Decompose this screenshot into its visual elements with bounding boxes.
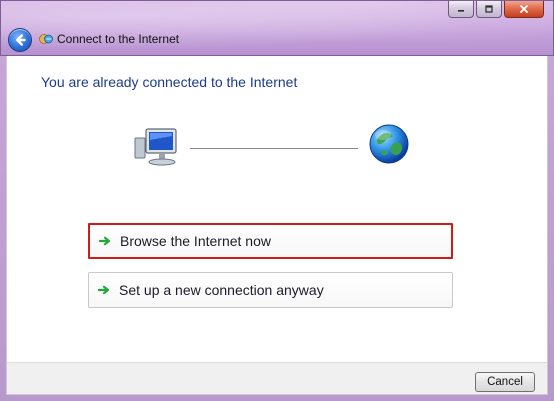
computer-icon xyxy=(134,128,177,166)
dialog-footer: Cancel xyxy=(6,362,548,395)
browse-internet-option[interactable]: Browse the Internet now xyxy=(88,223,453,259)
content-panel: You are already connected to the Interne… xyxy=(6,56,548,362)
back-arrow-icon xyxy=(16,34,26,46)
maximize-button[interactable] xyxy=(476,1,502,18)
green-arrow-icon xyxy=(99,236,111,246)
title-bar: Connect to the Internet xyxy=(0,0,554,56)
globe-icon xyxy=(369,124,409,164)
close-icon xyxy=(520,5,528,13)
minimize-icon xyxy=(458,10,464,12)
close-button[interactable] xyxy=(504,1,544,18)
maximize-icon xyxy=(485,5,493,13)
connect-to-internet-window: Connect to the Internet You are already … xyxy=(0,0,554,401)
network-icon xyxy=(39,34,53,44)
window-title: Connect to the Internet xyxy=(57,32,180,46)
page-headline: You are already connected to the Interne… xyxy=(41,74,298,90)
setup-new-connection-label: Set up a new connection anyway xyxy=(119,282,324,298)
green-arrow-icon xyxy=(98,285,110,295)
minimize-button[interactable] xyxy=(448,1,474,18)
connection-line xyxy=(190,148,358,149)
window-controls xyxy=(448,1,544,19)
setup-new-connection-option[interactable]: Set up a new connection anyway xyxy=(88,272,453,308)
back-button[interactable] xyxy=(8,28,32,52)
cancel-button[interactable]: Cancel xyxy=(475,372,535,392)
browse-internet-label: Browse the Internet now xyxy=(120,233,271,249)
